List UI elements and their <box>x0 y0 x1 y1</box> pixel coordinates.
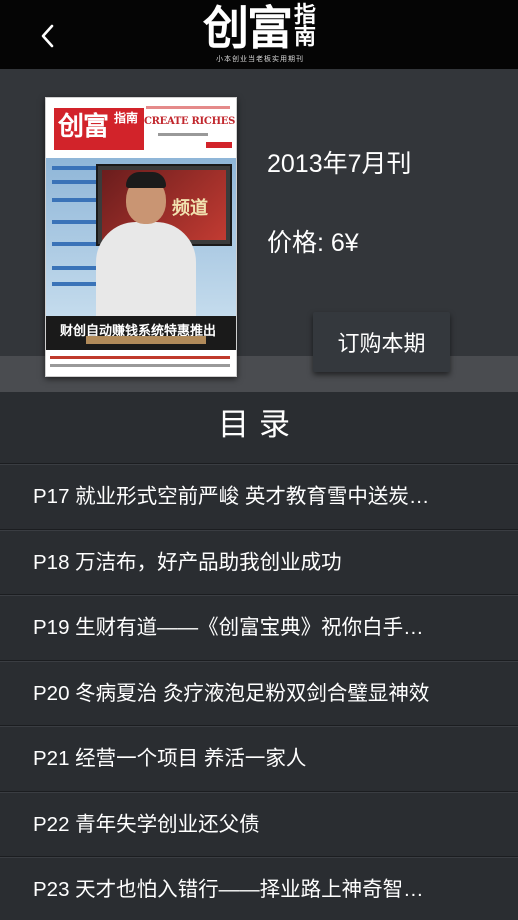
toc-item-label: P22 青年失学创业还父债 <box>33 812 260 836</box>
issue-title: 2013年7月刊 <box>267 150 412 178</box>
issue-price: 价格: 6¥ <box>267 229 359 257</box>
toc-item-label: P19 生财有道——《创富宝典》祝你白手… <box>33 616 424 639</box>
toc-item-label: P21 经营一个项目 养活一家人 <box>33 747 307 770</box>
toc-item-label: P20 冬病夏治 灸疗液泡足粉双剑合璧显神效 <box>33 681 430 705</box>
back-button[interactable] <box>30 18 66 54</box>
cover-logo: 创富 指南 <box>54 108 144 150</box>
toc-item[interactable]: P19 生财有道——《创富宝典》祝你白手… <box>0 594 518 660</box>
cover-logo-main: 创富 <box>58 112 109 142</box>
top-bar: 创富 指南 小本创业当老板实用期刊 <box>0 0 518 69</box>
toc-item[interactable]: P17 就业形式空前严峻 英才教育雪中送炭… <box>0 463 518 529</box>
cover-tv-text: 频道 <box>172 198 208 219</box>
toc-title: 目录 <box>218 407 300 442</box>
cover-subheadline-bar <box>86 336 206 344</box>
toc-item-label: P18 万洁布，好产品助我创业成功 <box>33 550 342 574</box>
cover-tagline-bar <box>146 106 230 109</box>
toc-item[interactable]: P18 万洁布，好产品助我创业成功 <box>0 528 518 595</box>
toc-list: P17 就业形式空前严峻 英才教育雪中送炭… P18 万洁布，好产品助我创业成功… <box>0 463 518 920</box>
magazine-cover[interactable]: 创富 指南 CREATE RICHES 频道 财创自动赚钱系统特惠推出 <box>45 97 237 377</box>
chevron-left-icon <box>41 24 54 48</box>
cover-person-hair <box>126 172 166 188</box>
cover-footer-line <box>50 364 230 367</box>
cover-headline-band: 财创自动赚钱系统特惠推出 <box>46 316 236 350</box>
order-issue-button[interactable]: 订购本期 <box>313 312 450 372</box>
toc-item-label: P23 天才也怕入错行——择业路上神奇智… <box>33 878 424 901</box>
toc-item-label: P17 就业形式空前严峻 英才教育雪中送炭… <box>33 485 430 508</box>
logo-subtitle: 小本创业当老板实用期刊 <box>216 55 304 63</box>
cover-logo-side: 指南 <box>114 111 139 125</box>
cover-footer-line <box>50 356 230 359</box>
logo-main-text: 创富 <box>203 1 293 55</box>
toc-item[interactable]: P21 经营一个项目 养活一家人 <box>0 725 518 791</box>
toc-item[interactable]: P23 天才也怕入错行——择业路上神奇智… <box>0 856 518 920</box>
toc-item[interactable]: P22 青年失学创业还父债 <box>0 790 518 857</box>
cover-header: 创富 指南 CREATE RICHES <box>46 98 236 158</box>
app-logo: 创富 指南 小本创业当老板实用期刊 <box>200 2 320 66</box>
toc-item[interactable]: P20 冬病夏治 灸疗液泡足粉双剑合璧显神效 <box>0 659 518 726</box>
logo-side-text: 指南 <box>293 2 316 50</box>
cover-issue-bar <box>158 133 208 136</box>
cover-english-title: CREATE RICHES <box>144 116 235 127</box>
cover-publisher-badge <box>206 142 232 148</box>
cover-person-body <box>96 222 196 322</box>
cover-footer <box>46 350 236 376</box>
